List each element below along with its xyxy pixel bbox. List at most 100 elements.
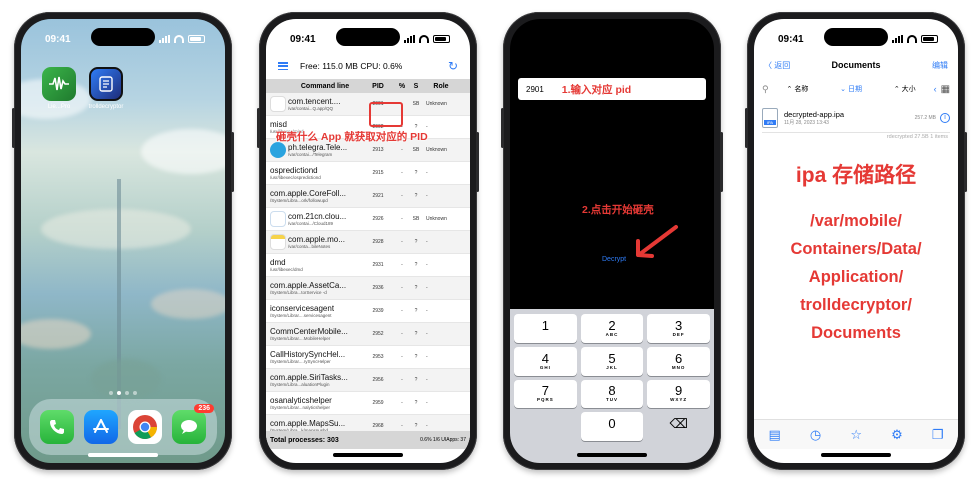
column-header-command[interactable]: Command line xyxy=(266,83,362,90)
table-row[interactable]: com.21cn.clou... /var/contai.../Cloud189… xyxy=(266,208,470,231)
process-pid: 2936 xyxy=(372,285,384,291)
number-keypad: 1 2 ABC 3 DEF 4 GHI 5 JKL 6 MNO 7 PQRS 8 TUV 9 WXYZ 0 ⌫ xyxy=(510,309,714,463)
column-header-pid[interactable]: PID xyxy=(362,83,394,90)
process-path: /System/Libra...aluationPlugin xyxy=(270,382,330,387)
process-percent: - xyxy=(401,239,403,245)
key-letters: WXYZ xyxy=(670,397,688,403)
app-store-icon[interactable] xyxy=(84,410,118,444)
process-name: com.apple.MapsSu... xyxy=(270,419,346,428)
back-button[interactable]: 〈 返回 xyxy=(764,60,790,71)
keypad-key[interactable]: 2 ABC xyxy=(580,314,644,343)
process-state: SB xyxy=(412,147,420,153)
chevron-left-icon[interactable]: ‹ xyxy=(934,84,937,94)
table-row[interactable]: com.apple.SiriTasks... /System/Libra...a… xyxy=(266,369,470,392)
pid-highlight-box xyxy=(369,102,403,127)
key-digit: 0 xyxy=(608,416,616,432)
process-command: CommCenterMobile... /System/Librar....Mo… xyxy=(266,327,362,341)
battery-icon xyxy=(921,35,938,43)
path-line: trolldecryptor/ xyxy=(800,296,912,314)
table-row[interactable]: osanalyticshelper /System/Librar...nalyt… xyxy=(266,392,470,415)
settings-tab-icon[interactable]: ⚙ xyxy=(891,427,903,443)
process-path: /System/Libra...torService -d xyxy=(270,290,327,295)
file-row[interactable]: IPA decrypted-app.ipa 11月 28, 2023 13:43… xyxy=(762,103,950,133)
file-size: 257.2 MB xyxy=(914,114,936,121)
keypad-key[interactable]: 0 xyxy=(580,412,644,441)
info-icon[interactable]: i xyxy=(940,112,950,123)
sort-by-date[interactable]: ⌄ 日期 xyxy=(826,84,876,94)
process-name: CommCenterMobile... xyxy=(270,327,348,336)
sort-by-size[interactable]: ⌃ 大小 xyxy=(880,84,930,94)
process-state: ? xyxy=(414,193,418,199)
keypad-key[interactable]: 6 MNO xyxy=(647,346,710,376)
pid-input[interactable]: 2901 1.输入对应 pid xyxy=(518,78,706,100)
table-row[interactable]: ospredictiond /usr/libexec/ospredictiond… xyxy=(266,162,470,185)
table-row[interactable]: com.tencent.... /var/contai...Q.app/QQ 2… xyxy=(266,93,470,116)
process-command: ph.telegra.Tele... /var/contai.../Telegr… xyxy=(266,142,362,158)
app-label: trolldecryptor xyxy=(88,104,124,110)
arrow-icon xyxy=(636,225,678,258)
table-row[interactable]: CallHistorySyncHel... /System/Librar....… xyxy=(266,346,470,369)
battery-icon xyxy=(433,35,450,43)
path-line: Application/ xyxy=(808,268,904,286)
chrome-app-icon[interactable] xyxy=(128,410,162,444)
home-indicator[interactable] xyxy=(821,453,891,457)
process-name: ospredictiond xyxy=(270,166,318,175)
keypad-key[interactable]: 4 GHI xyxy=(514,346,577,376)
menu-icon[interactable] xyxy=(278,62,288,70)
table-row[interactable]: com.apple.mo... /var/conta...bileNotes 2… xyxy=(266,231,470,254)
process-pid: 2926 xyxy=(372,216,384,222)
navigation-bar: 〈 返回 Documents 编辑 xyxy=(754,55,958,75)
process-state: ? xyxy=(414,331,418,337)
home-indicator[interactable] xyxy=(88,453,158,457)
ipa-file-icon: IPA xyxy=(762,107,778,128)
process-percent: - xyxy=(401,377,403,383)
keypad-key[interactable]: 8 TUV xyxy=(580,379,644,409)
refresh-icon[interactable]: ↻ xyxy=(448,59,458,73)
column-header-percent[interactable]: % xyxy=(394,83,410,90)
table-row[interactable]: iconservicesagent /System/Librar....serv… xyxy=(266,300,470,323)
process-command: com.apple.SiriTasks... /System/Libra...a… xyxy=(266,373,362,387)
process-command: CallHistorySyncHel... /System/Librar....… xyxy=(266,350,362,364)
home-indicator[interactable] xyxy=(577,453,647,457)
table-row[interactable]: com.apple.AssetCa... /System/Libra...tor… xyxy=(266,277,470,300)
phone-app-icon[interactable] xyxy=(40,410,74,444)
edit-button[interactable]: 编辑 xyxy=(932,60,948,71)
recents-tab-icon[interactable]: ◷ xyxy=(810,427,821,443)
key-letters: PQRS xyxy=(536,397,554,403)
process-role: - xyxy=(426,400,428,406)
windows-tab-icon[interactable]: ❐ xyxy=(932,427,944,443)
delete-key[interactable]: ⌫ xyxy=(647,412,710,441)
wifi-icon xyxy=(907,35,917,43)
process-percent: - xyxy=(401,147,403,153)
process-role: - xyxy=(426,239,428,245)
keypad-key[interactable]: 1 xyxy=(514,314,577,343)
grid-view-icon[interactable]: ▦ xyxy=(941,84,950,95)
process-pid: 2939 xyxy=(372,308,384,314)
keypad-key[interactable]: 7 PQRS xyxy=(514,379,577,409)
process-role: Unknown xyxy=(426,216,447,222)
page-title: Documents xyxy=(831,60,881,70)
home-indicator[interactable] xyxy=(333,453,403,457)
sort-by-name[interactable]: ⌃ 名称 xyxy=(773,84,823,94)
table-row[interactable]: dmd /usr/libexec/dmd 2931 - ? - xyxy=(266,254,470,277)
messages-app-icon[interactable]: 236 xyxy=(172,404,214,444)
table-row[interactable]: CommCenterMobile... /System/Librar....Mo… xyxy=(266,323,470,346)
decrypt-button[interactable]: Decrypt xyxy=(602,256,626,263)
keypad-key[interactable]: 9 WXYZ xyxy=(647,379,710,409)
trolldecryptor-app-icon[interactable] xyxy=(89,67,123,101)
keypad-key[interactable]: 5 JKL xyxy=(580,346,644,376)
total-processes: Total processes: 303 xyxy=(270,436,339,444)
keypad-key[interactable]: 3 DEF xyxy=(647,314,710,343)
key-digit: 2 xyxy=(608,317,616,333)
search-icon[interactable]: ⚲ xyxy=(762,84,769,95)
files-tab-icon[interactable]: ▤ xyxy=(769,427,781,443)
annotation-path: /var/mobile/ Containers/Data/ Applicatio… xyxy=(754,207,958,347)
column-header-role[interactable]: Role xyxy=(422,83,460,90)
process-percent: - xyxy=(401,308,403,314)
column-header-state[interactable]: S xyxy=(410,83,422,90)
table-row[interactable]: com.apple.CoreFoll... /System/Libra...or… xyxy=(266,185,470,208)
phone-home-screen: 09:41 Lie...Pro trolldecryptor 236 xyxy=(12,12,234,470)
favorites-tab-icon[interactable]: ☆ xyxy=(850,427,862,443)
process-role: - xyxy=(426,262,428,268)
waveform-app-icon[interactable] xyxy=(42,67,76,101)
